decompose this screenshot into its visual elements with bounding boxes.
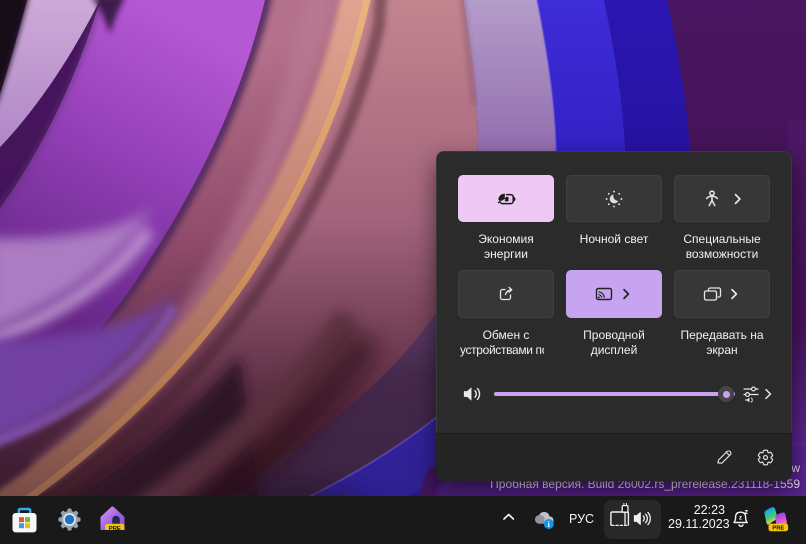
svg-text:z: z <box>739 515 742 522</box>
svg-text:z: z <box>744 507 748 516</box>
svg-text:PRE: PRE <box>772 526 784 532</box>
svg-text:PRE: PRE <box>109 526 121 530</box>
